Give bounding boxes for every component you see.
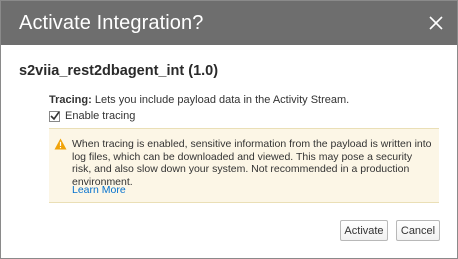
close-button[interactable] [425,12,447,34]
tracing-description: Tracing: Lets you include payload data i… [49,94,349,106]
close-icon [429,16,443,30]
enable-tracing-checkbox[interactable] [49,110,60,122]
dialog-header: Activate Integration? [1,1,457,45]
tracing-label: Tracing: [49,94,92,106]
activate-button[interactable]: Activate [340,220,388,241]
dialog-title: Activate Integration? [19,11,204,34]
checkmark-icon [50,111,60,120]
enable-tracing-label[interactable]: Enable tracing [65,110,135,122]
enable-tracing-row[interactable]: Enable tracing [49,110,135,122]
activate-integration-dialog: Activate Integration? s2viia_rest2dbagen… [0,0,458,259]
warning-message: When tracing is enabled, sensitive infor… [72,138,432,188]
learn-more-link[interactable]: Learn More [72,184,126,196]
tracing-warning: When tracing is enabled, sensitive infor… [49,128,439,203]
tracing-description-text: Lets you include payload data in the Act… [91,94,350,106]
warning-icon [54,138,67,150]
cancel-button[interactable]: Cancel [396,220,440,241]
integration-name: s2viia_rest2dbagent_int (1.0) [19,63,219,79]
